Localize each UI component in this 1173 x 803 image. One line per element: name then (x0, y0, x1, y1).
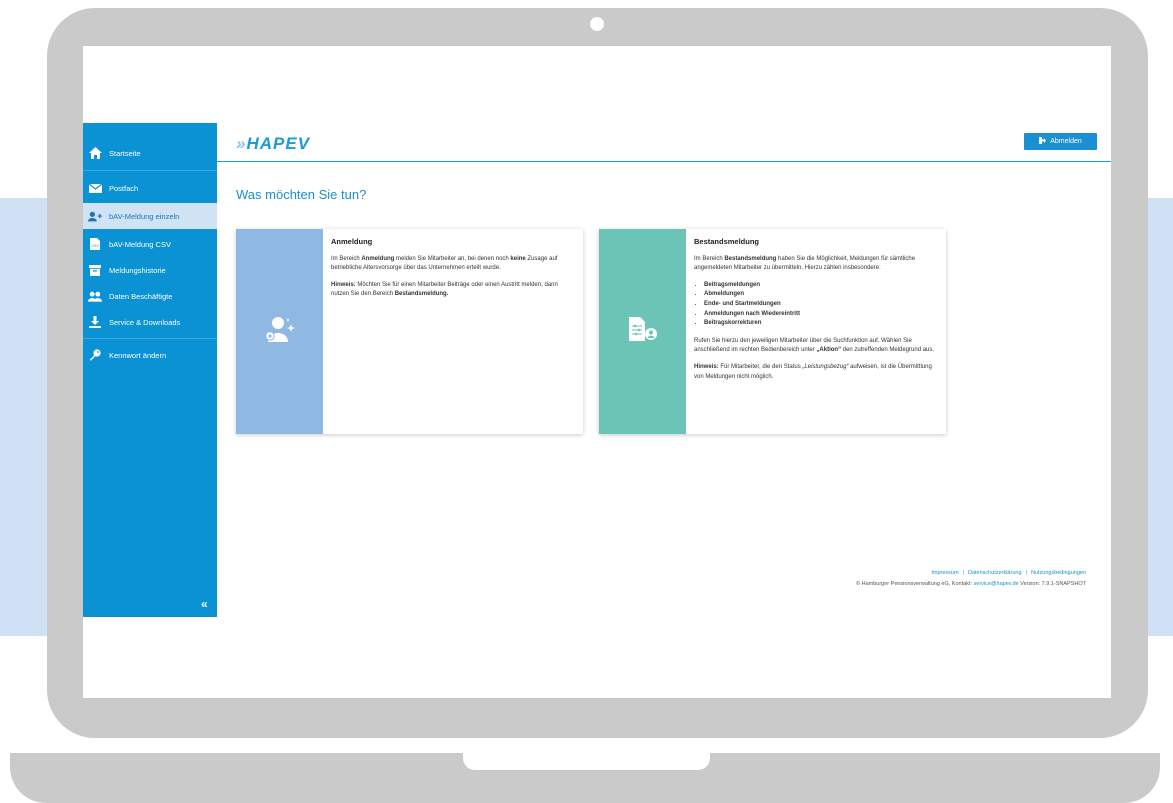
users-icon (88, 290, 102, 302)
camera-icon (590, 17, 604, 31)
logout-icon (1039, 137, 1047, 146)
logo: »HAPEV (236, 134, 310, 154)
card-hint: Hinweis: Möchten Sie für einen Mitarbeit… (331, 281, 558, 298)
card-title: Anmeldung (331, 237, 373, 246)
mail-icon (88, 182, 102, 194)
laptop-notch (463, 753, 710, 770)
card-paragraph: Im Bereich Bestandsmeldung haben Sie die… (694, 255, 916, 272)
sidebar-item-kennwort-aendern[interactable]: Kennwort ändern (83, 342, 217, 368)
logo-chevron-icon: » (236, 134, 247, 153)
sidebar-item-postfach[interactable]: Postfach (83, 175, 217, 201)
card-anmeldung[interactable]: Anmeldung Im Bereich Anmeldung melden Si… (236, 229, 583, 434)
home-icon (88, 147, 102, 159)
nutzungsbedingungen-link[interactable]: Nutzungsbedingungen (1031, 570, 1086, 576)
sidebar-item-bav-meldung-einzeln[interactable]: bAV-Meldung einzeln (83, 203, 217, 229)
sidebar-item-label: bAV-Meldung einzeln (109, 211, 180, 221)
screen: Startseite Postfach bAV-Meldung einzeln … (83, 46, 1111, 698)
collapse-sidebar-button[interactable]: « (201, 597, 208, 611)
list-item: Beitragskorrekturen (704, 319, 938, 329)
separator: | (962, 570, 964, 576)
list-item: Abmeldungen (704, 290, 938, 300)
list-item: Ende- und Startmeldungen (704, 300, 938, 310)
logo-text: HAPEV (246, 134, 311, 153)
sidebar-divider (83, 338, 217, 339)
sidebar: Startseite Postfach bAV-Meldung einzeln … (83, 123, 217, 617)
card-bestandsmeldung[interactable]: Bestandsmeldung Im Bereich Bestandsmeldu… (599, 229, 946, 434)
sidebar-item-label: Kennwort ändern (109, 350, 167, 360)
sidebar-item-service-downloads[interactable]: Service & Downloads (83, 309, 217, 335)
card-strip (599, 229, 686, 434)
sidebar-item-label: Service & Downloads (109, 317, 181, 327)
download-icon (88, 316, 102, 328)
copyright: © Hamburger Pensionsverwaltung eG, Konta… (856, 581, 1086, 587)
list-item: Anmeldungen nach Wiedereintritt (704, 310, 938, 320)
card-content: Bestandsmeldung Im Bereich Bestandsmeldu… (694, 237, 938, 389)
email-link[interactable]: service@hapev.de (974, 581, 1019, 587)
list-item: Beitragsmeldungen (704, 281, 938, 291)
sidebar-item-meldungshistorie[interactable]: Meldungshistorie (83, 257, 217, 283)
page-title: Was möchten Sie tun? (236, 187, 367, 202)
card-title: Bestandsmeldung (694, 237, 760, 246)
footer-links: Impressum | Datenschutzerklärung | Nutzu… (931, 570, 1086, 576)
card-content: Anmeldung Im Bereich Anmeldung melden Si… (331, 237, 575, 307)
card-paragraph: Im Bereich Anmeldung melden Sie Mitarbei… (331, 255, 558, 272)
card-list: Beitragsmeldungen Abmeldungen Ende- und … (704, 281, 938, 329)
card-paragraph: Rufen Sie hierzu den jeweiligen Mitarbei… (694, 337, 935, 354)
svg-text:CSV: CSV (92, 244, 100, 248)
sidebar-item-label: Startseite (109, 148, 141, 158)
key-icon (88, 349, 102, 361)
sidebar-item-label: bAV-Meldung CSV (109, 239, 171, 249)
csv-file-icon: CSV (88, 238, 102, 250)
datenschutz-link[interactable]: Datenschutzerklärung (968, 570, 1022, 576)
sidebar-item-label: Meldungshistorie (109, 265, 166, 275)
sidebar-item-label: Postfach (109, 183, 139, 193)
sidebar-item-daten-beschaeftigte[interactable]: Daten Beschäftigte (83, 283, 217, 309)
separator: | (1025, 570, 1027, 576)
impressum-link[interactable]: Impressum (931, 570, 958, 576)
top-bar: »HAPEV Abmelden (217, 123, 1111, 162)
logout-label: Abmelden (1050, 138, 1082, 145)
archive-icon (88, 264, 102, 276)
add-user-icon (264, 316, 296, 347)
sidebar-item-label: Daten Beschäftigte (109, 291, 173, 301)
add-user-icon (88, 210, 102, 222)
document-user-icon (628, 317, 657, 346)
logout-button[interactable]: Abmelden (1024, 133, 1097, 150)
card-hint: Hinweis: Für Mitarbeiter, die den Status… (694, 363, 932, 380)
sidebar-item-startseite[interactable]: Startseite (83, 140, 217, 166)
sidebar-item-bav-meldung-csv[interactable]: CSV bAV-Meldung CSV (83, 231, 217, 257)
sidebar-divider (83, 170, 217, 171)
card-strip (236, 229, 323, 434)
